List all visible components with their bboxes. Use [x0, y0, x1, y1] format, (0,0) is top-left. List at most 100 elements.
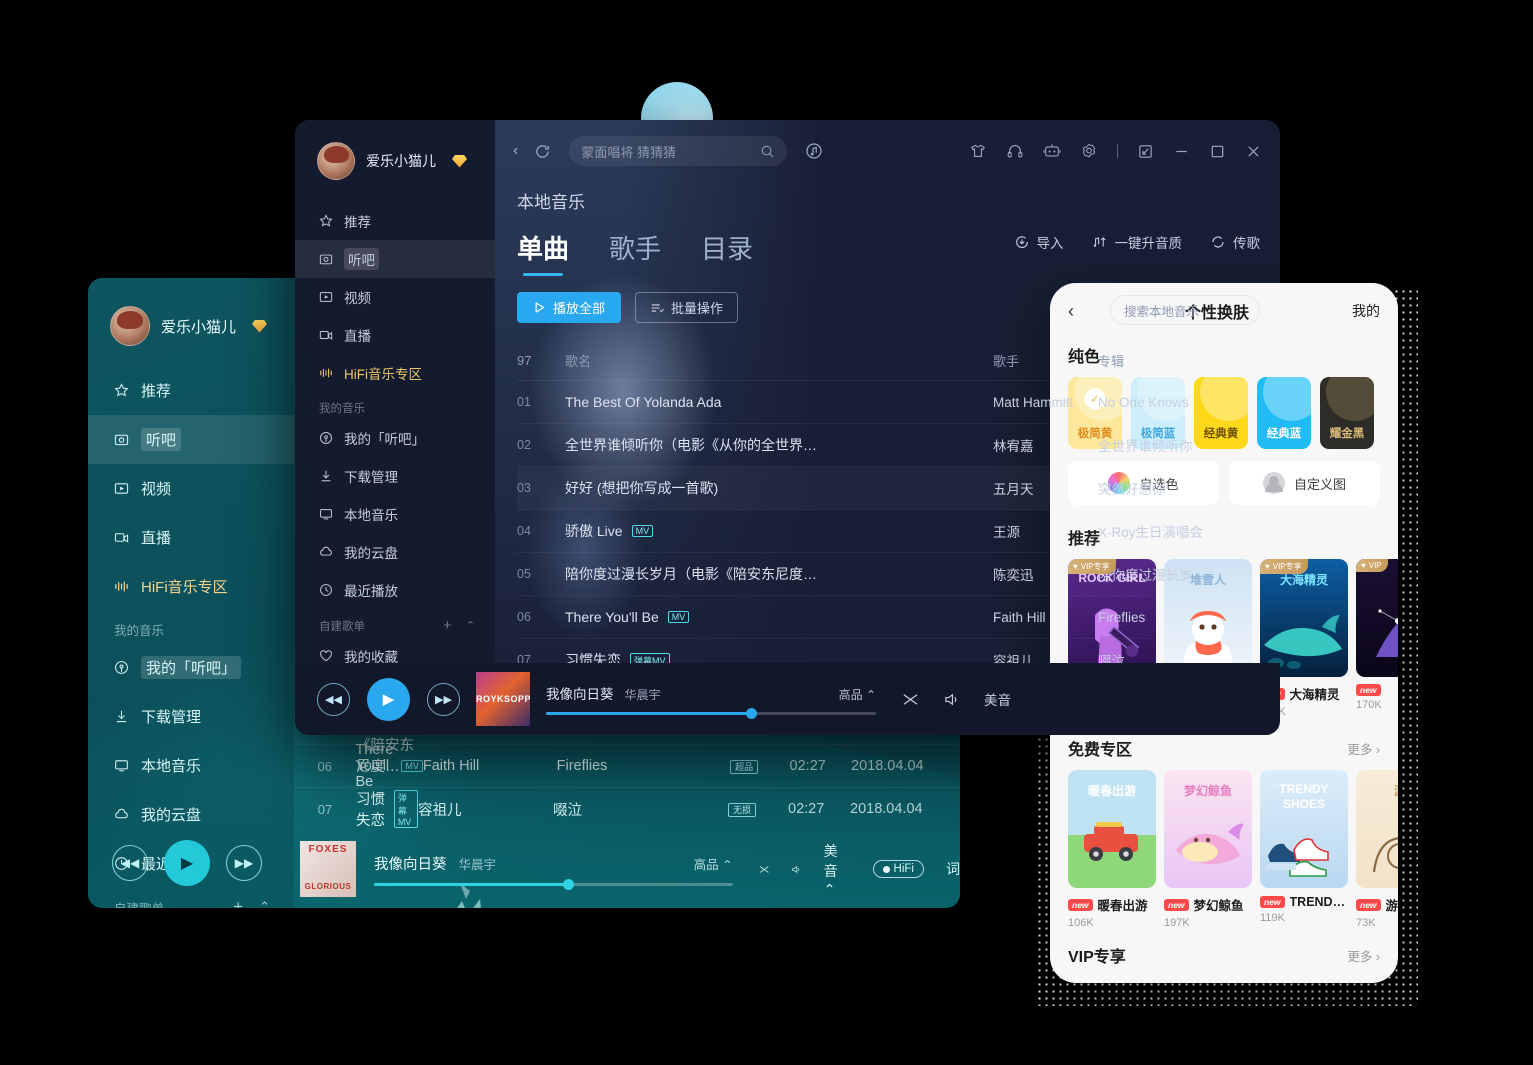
sidebar-item-hifi[interactable]: HiFi音乐专区 [295, 354, 495, 392]
add-playlist-icon[interactable]: + [443, 617, 452, 634]
titlebar-tools[interactable] [969, 142, 1262, 160]
sidebar-item-listen[interactable]: 听吧 [88, 415, 294, 464]
batch-operation-button[interactable]: 批量操作 [635, 292, 739, 323]
tab-directory[interactable]: 目录 [701, 229, 753, 276]
upgrade-quality-button[interactable]: 一键升音质 [1092, 232, 1182, 252]
mv-badge[interactable]: MV [631, 525, 654, 537]
sidebar-label: 视频 [141, 481, 172, 498]
track-album: Fireflies [556, 758, 608, 774]
user-profile[interactable]: 爱乐小猫儿 [295, 120, 495, 180]
play-icon[interactable]: ▶ [164, 840, 210, 886]
search-input[interactable]: 蒙面唱将 猜猜猜 [569, 136, 788, 166]
hifi-badge[interactable]: HiFi [872, 860, 924, 878]
sidebar-label: 推荐 [141, 383, 172, 400]
sidebar-item-recommend[interactable]: 推荐 [88, 366, 294, 415]
toolbar-actions[interactable]: 导入 一键升音质 传歌 [1014, 232, 1260, 252]
quality-selector[interactable]: 高品 ⌃ [694, 854, 733, 873]
free-more-link[interactable]: 更多 › [1347, 739, 1380, 758]
local-search-input[interactable]: 搜索本地音乐 [1110, 295, 1260, 325]
mv-badge[interactable]: MV [401, 760, 423, 772]
table-row[interactable]: 06 There You'll Be MV Faith Hill Firefli… [517, 596, 1258, 639]
sidebar-item-downloads[interactable]: 下载管理 [295, 457, 495, 495]
player-tools[interactable]: 美音 [902, 689, 1011, 709]
next-icon[interactable]: ▶▶ [226, 845, 262, 881]
sidebar-item-my-listen[interactable]: 我的「听吧」 [88, 643, 294, 692]
chevron-up-icon[interactable]: ⌃ [466, 619, 475, 632]
table-row[interactable]: 06 There You'll Be MV Faith Hill Firefli… [294, 742, 960, 790]
main-music-window[interactable]: 爱乐小猫儿 推荐 听吧 视频 直播 HiFi音乐专区 我的音乐 我的「听吧」 下… [295, 120, 1280, 735]
prev-icon[interactable]: ◀◀ [112, 845, 148, 881]
progress-slider[interactable] [546, 708, 876, 719]
mv-badge[interactable]: 弹幕MV [393, 790, 418, 828]
sidebar-item-video[interactable]: 视频 [295, 278, 495, 316]
transfer-songs-button[interactable]: 传歌 [1210, 232, 1260, 252]
table-row[interactable]: 07 习惯失恋 弹幕MV 容祖儿 啜泣 无损 02:27 2018.04.04 [294, 787, 960, 830]
sidebar-item-local-music[interactable]: 本地音乐 [88, 741, 294, 790]
swatch-item[interactable]: 耀金黑 [1320, 377, 1374, 449]
sidebar-item-downloads[interactable]: 下载管理 [88, 692, 294, 741]
main-player-bar[interactable]: ◀◀ ▶ ▶▶ 我像向日葵 华晨宇 高品 ⌃ 美音 [295, 663, 1280, 735]
table-row[interactable]: 05 陪你度过漫长岁月（电影《陪安东尼度… 陈奕迅 陪你度过漫长岁 [517, 553, 1258, 596]
lyrics-button[interactable]: 词 [946, 859, 960, 879]
import-button[interactable]: 导入 [1014, 232, 1064, 252]
card-art-title: 堆雪人 [1189, 573, 1226, 587]
skin-card[interactable]: 梦幻鲸鱼 new 梦幻鲸鱼 197K [1164, 770, 1252, 929]
sidebar-item-live[interactable]: 直播 [88, 513, 294, 562]
player-controls[interactable]: ◀◀ ▶ ▶▶ [295, 677, 460, 721]
add-playlist-icon[interactable]: + [233, 897, 243, 908]
play-all-button[interactable]: 播放全部 [517, 292, 622, 323]
sidebar-item-recommend[interactable]: 推荐 [295, 202, 495, 240]
radio-icon [115, 661, 128, 674]
next-icon[interactable]: ▶▶ [427, 682, 460, 716]
sidebar-item-live[interactable]: 直播 [295, 316, 495, 354]
free-card-row[interactable]: 暖春出游 new 暖春出游 106K 梦幻鲸鱼 new 梦幻鲸鱼 197K TR… [1050, 770, 1398, 929]
album-cover[interactable] [476, 672, 530, 726]
skin-card[interactable]: 游 new 游 73K [1356, 770, 1398, 929]
mv-badge[interactable]: MV [667, 611, 690, 623]
sidebar-item-video[interactable]: 视频 [88, 464, 294, 513]
play-icon[interactable]: ▶ [367, 677, 410, 721]
album-cover[interactable] [300, 841, 356, 897]
video-icon [319, 292, 333, 302]
card-count: 170K [1356, 699, 1382, 711]
skin-card[interactable]: TRENDY SHOES new TRENDY… 119K [1260, 770, 1348, 929]
table-row[interactable]: 03 好好 (想把你写成一首歌) 五月天 突然好想你 [517, 467, 1258, 510]
track-artist: Faith Hill [422, 758, 480, 774]
sidebar-item-cloud[interactable]: 我的云盘 [88, 790, 294, 839]
sidebar-nav[interactable]: 推荐 听吧 视频 直播 HiFi音乐专区 我的音乐 我的「听吧」 下载管理 本地… [88, 366, 294, 908]
background-window-sidebar[interactable]: 爱乐小猫儿 推荐 听吧 视频 直播 HiFi音乐专区 我的音乐 我的「听吧」 下… [88, 278, 294, 908]
section-vip: VIP专享 更多 › [1050, 929, 1398, 967]
skin-card[interactable]: 暖春出游 new 暖春出游 106K [1068, 770, 1156, 929]
table-row[interactable]: 04 骄傲 Live MV 王源 X-Roy生日演唱会 [517, 510, 1258, 553]
user-profile[interactable]: 爱乐小猫儿 [110, 306, 268, 346]
prev-icon[interactable]: ◀◀ [317, 682, 350, 716]
titlebar[interactable]: ‹ 蒙面唱将 猜猜猜 [495, 120, 1280, 182]
table-row[interactable]: 01 The Best Of Yolanda Ada Matt Hammitt … [517, 381, 1258, 424]
skin-card[interactable]: ♥ VIP new 170K [1356, 559, 1398, 718]
sidebar-item-hifi[interactable]: HiFi音乐专区 [88, 562, 294, 611]
my-tab[interactable]: 我的 [1336, 301, 1380, 321]
main-sidebar[interactable]: 爱乐小猫儿 推荐 听吧 视频 直播 HiFi音乐专区 我的音乐 我的「听吧」 下… [295, 120, 495, 735]
sidebar-item-listen[interactable]: 听吧 [295, 240, 495, 278]
sidebar-item-recent[interactable]: 最近播放 [295, 571, 495, 609]
tab-singles[interactable]: 单曲 [517, 229, 569, 276]
sidebar-nav[interactable]: 推荐 听吧 视频 直播 HiFi音乐专区 我的音乐 我的「听吧」 下载管理 本地… [295, 202, 495, 713]
background-player-bar[interactable]: 我像向日葵 华晨宇 高品 ⌃ 美音 ⌃ HiFi 词 [294, 830, 960, 908]
jeep-illustration [1084, 822, 1138, 861]
sidebar-item-local-music[interactable]: 本地音乐 [295, 495, 495, 533]
quality-selector[interactable]: 高品 ⌃ [839, 686, 876, 703]
progress-slider[interactable] [374, 878, 733, 890]
sidebar-item-my-listen[interactable]: 我的「听吧」 [295, 419, 495, 457]
sidebar-label: 下载管理 [344, 470, 398, 485]
chevron-up-icon[interactable]: ⌃ [259, 899, 270, 908]
player-tools[interactable]: 美音 ⌃ HiFi 词 [759, 841, 960, 898]
vip-more-link[interactable]: 更多 › [1347, 946, 1380, 965]
cloud-icon [320, 546, 332, 556]
sound-effect-button[interactable]: 美音 [984, 689, 1011, 709]
new-badge: new [1260, 896, 1285, 908]
sidebar-item-cloud[interactable]: 我的云盘 [295, 533, 495, 571]
background-player-controls[interactable]: ◀◀ ▶ ▶▶ [112, 840, 262, 886]
chevron-left-icon[interactable]: ‹ [513, 142, 518, 160]
tab-artists[interactable]: 歌手 [609, 229, 661, 276]
sound-effect-button[interactable]: 美音 ⌃ [824, 841, 851, 898]
